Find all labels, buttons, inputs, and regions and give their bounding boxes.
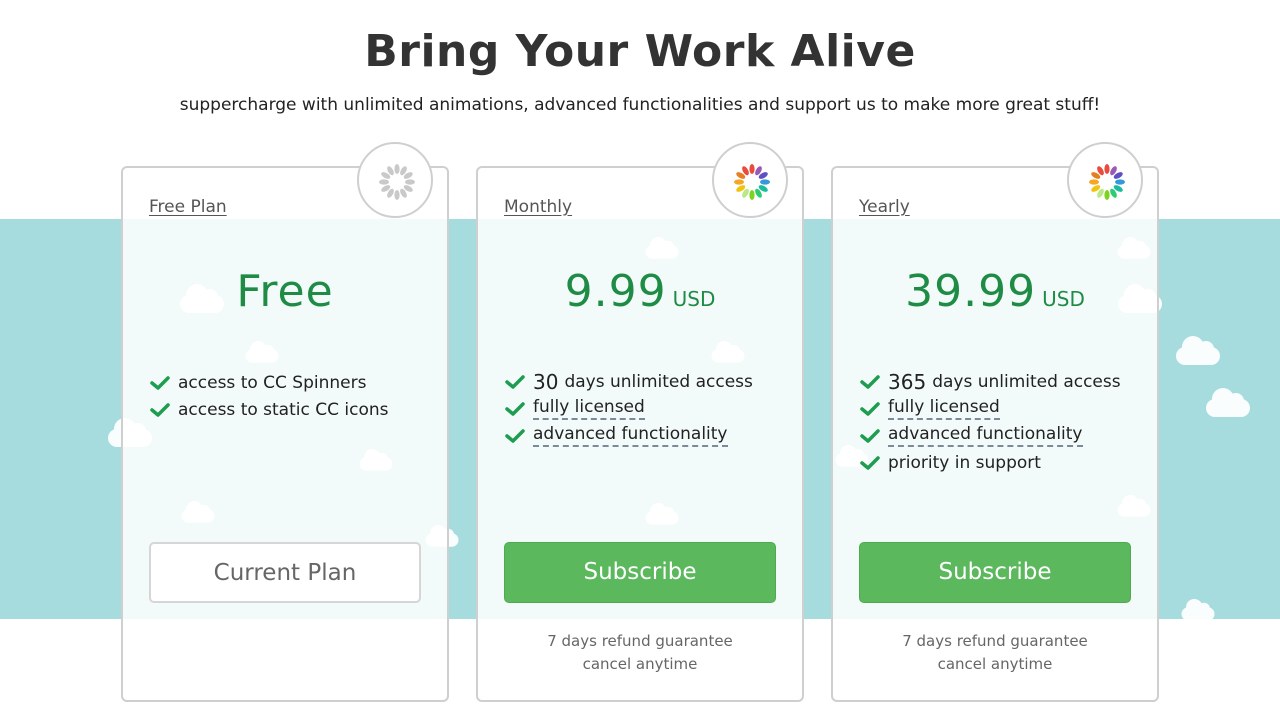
refund-note: 7 days refund guarantee cancel anytime [478, 630, 802, 676]
current-plan-button[interactable]: Current Plan [149, 542, 421, 603]
feature-item: fully licensed [504, 395, 753, 422]
spinner-color-icon [1067, 142, 1143, 218]
plan-name: Monthly [504, 197, 573, 217]
price-unit: USD [1042, 287, 1085, 311]
feature-list: 365 days unlimited access fully licensed… [859, 368, 1121, 476]
refund-note: 7 days refund guarantee cancel anytime [833, 630, 1157, 676]
cloud-decoration [1206, 388, 1250, 417]
feature-tooltip-text[interactable]: advanced functionality [533, 424, 728, 447]
plan-card-monthly: Monthly 9.99 USD 30 days unlimited access… [476, 142, 804, 702]
page-title: Bring Your Work Alive [364, 26, 916, 77]
check-icon [505, 428, 525, 443]
feature-number: 365 [888, 369, 927, 394]
cancel-anytime-text: cancel anytime [582, 655, 698, 673]
feature-tooltip-text[interactable]: advanced functionality [888, 424, 1083, 447]
feature-tooltip-text[interactable]: fully licensed [533, 397, 645, 420]
refund-guarantee-text: 7 days refund guarantee [547, 632, 733, 650]
check-icon [860, 374, 880, 389]
check-icon [860, 401, 880, 416]
cloud-decoration [1176, 336, 1220, 365]
feature-list: access to CC Spinners access to static C… [149, 369, 388, 423]
plan-price: Free [123, 266, 447, 317]
feature-item: access to static CC icons [149, 396, 388, 423]
feature-item: fully licensed [859, 395, 1121, 422]
check-icon [150, 375, 170, 390]
feature-text: access to CC Spinners [178, 372, 367, 393]
subscribe-monthly-button[interactable]: Subscribe [504, 542, 776, 603]
feature-text: access to static CC icons [178, 399, 389, 420]
check-icon [505, 401, 525, 416]
check-icon [505, 374, 525, 389]
cloud-decoration [1181, 599, 1215, 621]
spinner-color-icon [712, 142, 788, 218]
feature-item: priority in support [859, 449, 1121, 476]
feature-item: access to CC Spinners [149, 369, 388, 396]
feature-text: priority in support [888, 452, 1041, 473]
check-icon [860, 428, 880, 443]
feature-item: advanced functionality [504, 422, 753, 449]
feature-item: 365 days unlimited access [859, 368, 1121, 395]
feature-number: 30 [533, 369, 559, 394]
feature-item: advanced functionality [859, 422, 1121, 449]
feature-text: days unlimited access [932, 371, 1121, 392]
subscribe-yearly-button[interactable]: Subscribe [859, 542, 1131, 603]
plan-price: 9.99 USD [478, 266, 802, 317]
check-icon [150, 402, 170, 417]
refund-guarantee-text: 7 days refund guarantee [902, 632, 1088, 650]
plan-price: 39.99 USD [833, 266, 1157, 317]
plan-name: Free Plan [149, 197, 227, 217]
price-amount: 39.99 [905, 266, 1037, 317]
plan-card-free: Free Plan Free access to CC Spinners acc… [121, 142, 449, 702]
cancel-anytime-text: cancel anytime [937, 655, 1053, 673]
price-amount: 9.99 [564, 266, 667, 317]
page-subtitle: suppercharge with unlimited animations, … [179, 95, 1101, 115]
check-icon [860, 455, 880, 470]
spinner-gray-icon [357, 142, 433, 218]
feature-tooltip-text[interactable]: fully licensed [888, 397, 1000, 420]
price-amount: Free [236, 266, 334, 317]
plan-card-yearly: Yearly 39.99 USD 365 days unlimited acces… [831, 142, 1159, 702]
feature-item: 30 days unlimited access [504, 368, 753, 395]
feature-text: days unlimited access [564, 371, 753, 392]
feature-list: 30 days unlimited access fully licensed … [504, 368, 753, 449]
plan-name: Yearly [859, 197, 910, 217]
price-unit: USD [672, 287, 716, 311]
